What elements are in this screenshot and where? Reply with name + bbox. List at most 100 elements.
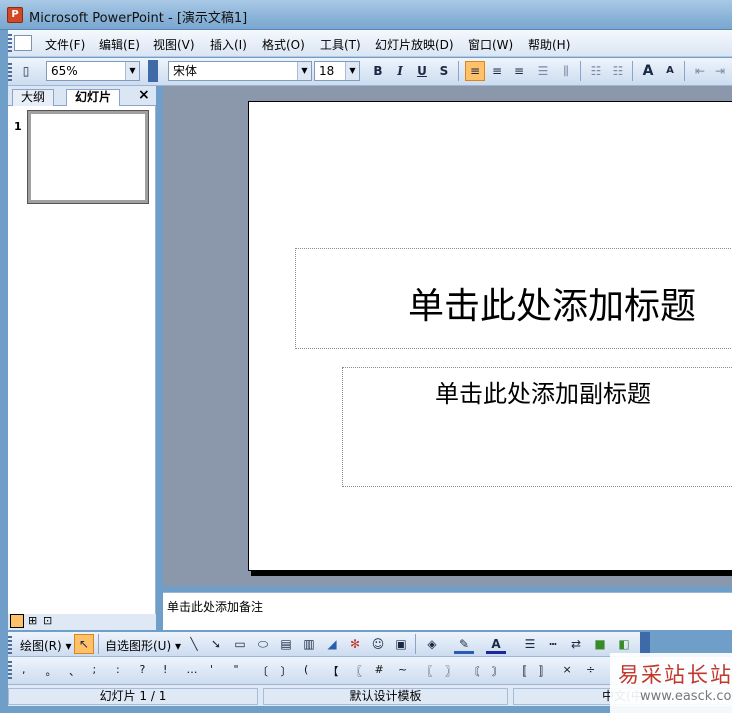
title-bar[interactable]: P Microsoft PowerPoint - [演示文稿1] xyxy=(0,0,732,30)
menu-window[interactable]: 窗口(W) xyxy=(468,36,513,53)
powerpoint-icon[interactable]: P xyxy=(7,7,23,23)
wordart-icon[interactable]: ◢ xyxy=(322,634,342,654)
chevron-down-icon[interactable]: ▼ xyxy=(297,62,311,80)
slide-canvas[interactable]: 单击此处添加标题 单击此处添加副标题 xyxy=(248,101,732,571)
symbol-button[interactable]: , xyxy=(22,663,26,676)
symbol-button[interactable]: 【 xyxy=(328,663,339,679)
symbol-button[interactable]: ÷ xyxy=(586,663,595,676)
symbol-button[interactable]: 〘 xyxy=(469,663,480,679)
symbol-button[interactable]: ? xyxy=(140,663,146,676)
toolbar-overflow-icon[interactable] xyxy=(148,60,158,82)
line-color-icon[interactable]: ✎ xyxy=(454,634,474,654)
tab-slides[interactable]: 幻灯片 xyxy=(66,89,121,106)
picture-icon[interactable]: ▣ xyxy=(391,634,411,654)
shadow-style-icon[interactable]: ■ xyxy=(590,634,610,654)
symbol-button[interactable]: ! xyxy=(163,663,167,676)
underline-button[interactable]: U xyxy=(412,61,432,81)
font-size-combo[interactable]: 18 ▼ xyxy=(314,61,360,81)
menu-insert[interactable]: 插入(I) xyxy=(210,36,247,53)
draw-menu[interactable]: 绘图(R) ▾ xyxy=(20,637,72,654)
select-arrow-icon[interactable]: ↖ xyxy=(74,634,94,654)
symbol-row: ,。、;:?!… ' " 〔〕(【〖 # ~ 〖〗〘〙〚〛 × ÷ xyxy=(22,657,622,684)
textbox-icon[interactable]: ▤ xyxy=(276,634,296,654)
align-center-button[interactable]: ≡ xyxy=(487,61,507,81)
distribute-icon[interactable]: ⫼ xyxy=(556,61,576,81)
bold-button[interactable]: B xyxy=(368,61,388,81)
font-color-icon[interactable]: A xyxy=(486,634,506,654)
chevron-down-icon[interactable]: ▼ xyxy=(345,62,359,80)
grip-handle[interactable] xyxy=(8,636,12,654)
numbering-icon[interactable]: ☷ xyxy=(586,61,606,81)
document-icon[interactable] xyxy=(14,35,32,51)
text-shadow-button[interactable]: S xyxy=(434,61,454,81)
symbol-button[interactable]: 。 xyxy=(46,663,57,679)
slideshow-icon[interactable]: ⊡ xyxy=(43,614,52,627)
fill-color-icon[interactable]: ◈ xyxy=(422,634,442,654)
title-placeholder[interactable]: 单击此处添加标题 xyxy=(295,248,732,349)
grip-handle[interactable] xyxy=(8,63,12,81)
chevron-down-icon[interactable]: ▼ xyxy=(125,62,139,80)
symbol-button[interactable]: ~ xyxy=(398,663,407,676)
arrow-icon[interactable]: ➘ xyxy=(206,634,226,654)
symbol-button[interactable]: : xyxy=(116,663,120,676)
slide-thumbnail[interactable] xyxy=(27,110,149,204)
new-slide-icon[interactable]: ▯ xyxy=(16,61,36,81)
slide-sorter-icon[interactable]: ⊞ xyxy=(28,614,37,627)
autoshapes-menu[interactable]: 自选图形(U) ▾ xyxy=(105,637,181,654)
decrease-indent-icon[interactable]: ⇤ xyxy=(690,61,710,81)
menu-bar: 文件(F) 编辑(E) 视图(V) 插入(I) 格式(O) 工具(T) 幻灯片放… xyxy=(8,30,732,57)
italic-button[interactable]: I xyxy=(390,61,410,81)
symbol-button[interactable]: ( xyxy=(304,663,308,676)
symbol-button[interactable]: " xyxy=(234,663,239,676)
normal-view-icon[interactable] xyxy=(10,614,24,628)
symbol-button[interactable]: ' xyxy=(210,663,213,676)
drawing-toolbar: 绘图(R) ▾ ↖ 自选图形(U) ▾ ╲ ➘ ▭ ⬭ ▤ ▥ ◢ ✻ ☺ ▣ … xyxy=(8,632,650,657)
symbol-button[interactable]: 〖 xyxy=(422,663,433,679)
close-icon[interactable]: × xyxy=(138,87,150,103)
align-left-button[interactable]: ≡ xyxy=(465,61,485,81)
grip-handle[interactable] xyxy=(8,34,12,52)
symbol-button[interactable]: 〚 xyxy=(516,663,527,679)
symbol-button[interactable]: 〔 xyxy=(257,663,268,679)
line-icon[interactable]: ╲ xyxy=(184,634,204,654)
menu-file[interactable]: 文件(F) xyxy=(45,36,85,53)
zoom-combo[interactable]: 65% ▼ xyxy=(46,61,140,81)
shrink-font-button[interactable]: A xyxy=(660,61,680,81)
arrow-style-icon[interactable]: ⇄ xyxy=(566,634,586,654)
align-right-button[interactable]: ≡ xyxy=(509,61,529,81)
menu-tools[interactable]: 工具(T) xyxy=(320,36,361,53)
subtitle-placeholder[interactable]: 单击此处添加副标题 xyxy=(342,367,732,487)
menu-slideshow[interactable]: 幻灯片放映(D) xyxy=(375,36,454,53)
symbol-button[interactable]: 〕 xyxy=(281,663,292,679)
clipart-icon[interactable]: ☺ xyxy=(368,634,388,654)
symbol-button[interactable]: 〖 xyxy=(351,663,362,679)
symbol-button[interactable]: 、 xyxy=(69,663,80,679)
dash-style-icon[interactable]: ┅ xyxy=(543,634,563,654)
3d-style-icon[interactable]: ◧ xyxy=(614,634,634,654)
font-combo[interactable]: 宋体 ▼ xyxy=(168,61,312,81)
menu-help[interactable]: 帮助(H) xyxy=(528,36,570,53)
symbol-button[interactable]: 〛 xyxy=(539,663,550,679)
vertical-textbox-icon[interactable]: ▥ xyxy=(299,634,319,654)
rectangle-icon[interactable]: ▭ xyxy=(230,634,250,654)
oval-icon[interactable]: ⬭ xyxy=(253,634,273,654)
symbol-button[interactable]: 〙 xyxy=(492,663,503,679)
divider xyxy=(458,61,459,81)
symbol-button[interactable]: 〗 xyxy=(445,663,456,679)
line-style-icon[interactable]: ☰ xyxy=(520,634,540,654)
notes-pane[interactable]: 单击此处添加备注 xyxy=(163,592,732,630)
menu-view[interactable]: 视图(V) xyxy=(153,36,195,53)
symbol-button[interactable]: × xyxy=(563,663,572,676)
increase-indent-icon[interactable]: ⇥ xyxy=(710,61,730,81)
grip-handle[interactable] xyxy=(8,661,12,679)
tab-outline[interactable]: 大纲 xyxy=(12,89,55,106)
menu-format[interactable]: 格式(O) xyxy=(262,36,305,53)
bullets-icon[interactable]: ☷ xyxy=(608,61,628,81)
symbol-button[interactable]: … xyxy=(187,663,198,676)
justify-icon[interactable]: ☰ xyxy=(533,61,553,81)
menu-edit[interactable]: 编辑(E) xyxy=(99,36,140,53)
symbol-button[interactable]: ; xyxy=(93,663,97,676)
symbol-button[interactable]: # xyxy=(375,663,384,676)
grow-font-button[interactable]: A xyxy=(638,61,658,81)
diagram-icon[interactable]: ✻ xyxy=(345,634,365,654)
